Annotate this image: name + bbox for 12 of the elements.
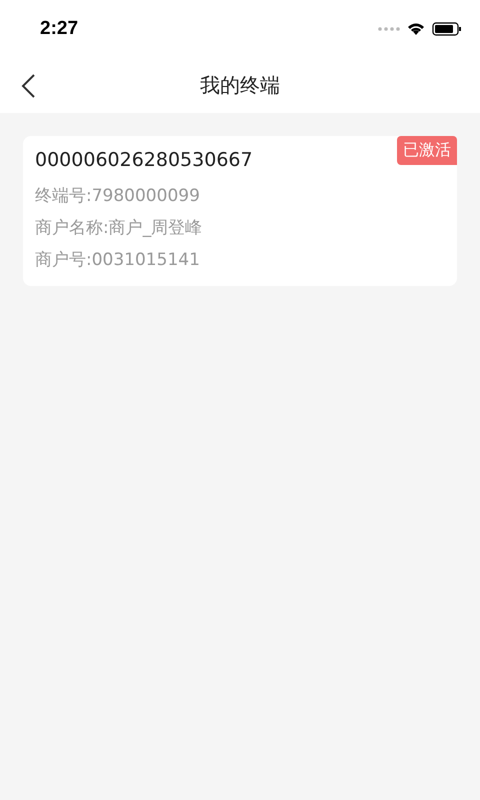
status-badge: 已激活 — [397, 136, 457, 165]
terminal-info: 终端号:7980000099 — [35, 185, 201, 208]
battery-icon — [432, 22, 462, 36]
terminal-serial: 000006026280530667 — [35, 148, 253, 172]
terminal-card[interactable]: 000006026280530667 已激活 终端号:7980000099 商户名称:商户_周登峰 商户号:0031015141 — [23, 136, 457, 286]
terminal-info: 商户号:0031015141 — [35, 249, 201, 272]
status-time: 2:27 — [40, 18, 78, 40]
page-title: 我的终端 — [200, 72, 280, 98]
terminal-info: 商户名称:商户_周登峰 — [35, 217, 204, 240]
signal-icon — [378, 26, 400, 30]
back-icon[interactable] — [20, 73, 36, 99]
wifi-icon — [407, 22, 425, 36]
